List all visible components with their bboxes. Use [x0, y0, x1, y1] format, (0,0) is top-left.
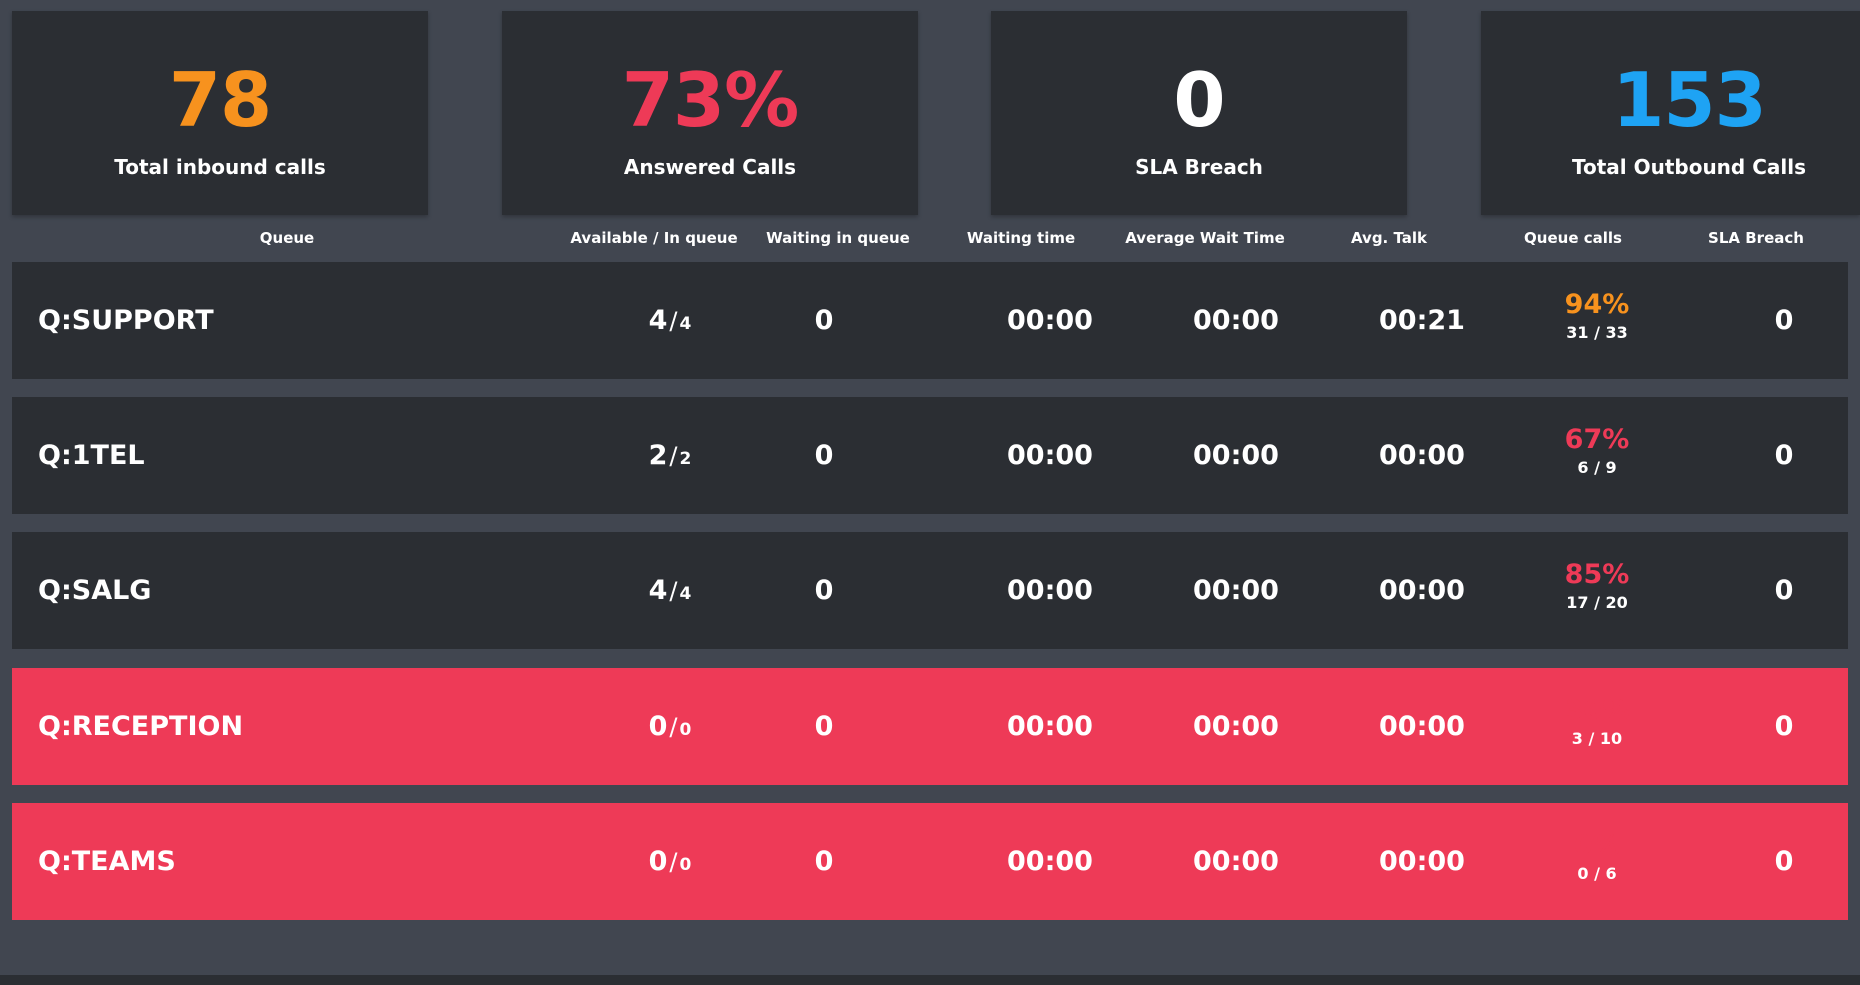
queue-row: Q:RECEPTION 0/0 0 00:00 00:00 00:00 30% 3 / 10 0: [12, 668, 1848, 785]
available-in-queue: 4/4: [570, 532, 770, 649]
column-header-available: Available / In queue: [570, 229, 738, 247]
available-count: 4: [648, 575, 668, 606]
avg-talk: 00:00: [1379, 846, 1465, 877]
queue-calls-ratio: 0 / 6: [1577, 864, 1617, 883]
waiting-in-queue: 0: [814, 575, 834, 606]
available-in-queue: 2/2: [570, 397, 770, 514]
avg-talk: 00:21: [1379, 305, 1465, 336]
queue-calls: 0% 0 / 6: [1527, 829, 1667, 885]
sla-breach: 0: [1774, 711, 1794, 742]
waiting-time: 00:00: [1007, 846, 1093, 877]
kpi-card-sla-breach: 0 SLA Breach: [991, 11, 1407, 215]
queue-calls-ratio: 31 / 33: [1566, 323, 1628, 342]
available-count: 0: [648, 846, 668, 877]
queue-name: Q:1TEL: [38, 440, 145, 471]
queue-name: Q:SUPPORT: [38, 305, 214, 336]
column-header-queue: Queue: [259, 229, 315, 247]
avg-talk: 00:00: [1379, 575, 1465, 606]
queue-calls-ratio: 3 / 10: [1571, 729, 1623, 748]
queue-calls-percent: 67%: [1564, 424, 1630, 455]
available-in-queue: 4/4: [570, 262, 770, 379]
queue-calls-percent: 94%: [1564, 289, 1630, 320]
average-wait-time: 00:00: [1193, 711, 1279, 742]
waiting-in-queue: 0: [814, 846, 834, 877]
average-wait-time: 00:00: [1193, 305, 1279, 336]
sla-breach: 0: [1774, 575, 1794, 606]
available-separator: /: [669, 848, 678, 876]
sla-breach: 0: [1774, 440, 1794, 471]
queue-calls-percent: 30%: [1564, 695, 1630, 726]
kpi-card-answered-calls: 73% Answered Calls: [502, 11, 918, 215]
queue-calls-percent: 85%: [1564, 559, 1630, 590]
waiting-in-queue: 0: [814, 711, 834, 742]
kpi-value: 0: [1173, 56, 1225, 144]
kpi-label: Total inbound calls: [114, 155, 326, 179]
kpi-card-total-outbound: 153 Total Outbound Calls: [1481, 11, 1860, 215]
average-wait-time: 00:00: [1193, 575, 1279, 606]
queue-name: Q:RECEPTION: [38, 711, 244, 742]
average-wait-time: 00:00: [1193, 440, 1279, 471]
average-wait-time: 00:00: [1193, 846, 1279, 877]
in-queue-count: 4: [679, 584, 692, 604]
kpi-value: 78: [168, 56, 272, 144]
column-header-waiting-time: Waiting time: [966, 229, 1076, 247]
column-header-sla-breach: SLA Breach: [1708, 229, 1804, 247]
queue-calls-ratio: 17 / 20: [1566, 593, 1628, 612]
available-separator: /: [669, 577, 678, 605]
available-in-queue: 0/0: [570, 803, 770, 920]
queue-calls-ratio: 6 / 9: [1577, 458, 1617, 477]
kpi-value: 73%: [621, 56, 800, 144]
kpi-value: 153: [1612, 56, 1767, 144]
queue-row: Q:1TEL 2/2 0 00:00 00:00 00:00 67% 6 / 9 0: [12, 397, 1848, 514]
in-queue-count: 0: [679, 855, 692, 875]
waiting-time: 00:00: [1007, 440, 1093, 471]
available-separator: /: [669, 713, 678, 741]
column-header-average-wait-time: Average Wait Time: [1125, 229, 1285, 247]
waiting-in-queue: 0: [814, 305, 834, 336]
avg-talk: 00:00: [1379, 711, 1465, 742]
avg-talk: 00:00: [1379, 440, 1465, 471]
in-queue-count: 2: [679, 449, 692, 469]
kpi-label: Total Outbound Calls: [1571, 155, 1806, 179]
available-separator: /: [669, 442, 678, 470]
in-queue-count: 4: [679, 314, 692, 334]
waiting-in-queue: 0: [814, 440, 834, 471]
available-count: 4: [648, 305, 668, 336]
queue-calls: 67% 6 / 9: [1527, 423, 1667, 479]
queue-name: Q:TEAMS: [38, 846, 176, 877]
bottom-bar: [0, 975, 1860, 985]
queue-calls: 30% 3 / 10: [1527, 694, 1667, 750]
queue-name: Q:SALG: [38, 575, 152, 606]
sla-breach: 0: [1774, 305, 1794, 336]
kpi-label: Answered Calls: [623, 155, 797, 179]
available-count: 0: [648, 711, 668, 742]
available-count: 2: [648, 440, 668, 471]
kpi-card-total-inbound: 78 Total inbound calls: [12, 11, 428, 215]
sla-breach: 0: [1774, 846, 1794, 877]
queue-row: Q:SUPPORT 4/4 0 00:00 00:00 00:21 94% 31 / 33 0: [12, 262, 1848, 379]
queue-row: Q:SALG 4/4 0 00:00 00:00 00:00 85% 17 / 20 0: [12, 532, 1848, 649]
kpi-label: SLA Breach: [1135, 155, 1263, 179]
available-separator: /: [669, 307, 678, 335]
column-header-queue-calls: Queue calls: [1524, 229, 1622, 247]
in-queue-count: 0: [679, 720, 692, 740]
waiting-time: 00:00: [1007, 575, 1093, 606]
queue-calls-percent: 0%: [1574, 830, 1620, 861]
queue-calls: 94% 31 / 33: [1527, 288, 1667, 344]
waiting-time: 00:00: [1007, 711, 1093, 742]
waiting-time: 00:00: [1007, 305, 1093, 336]
queue-calls: 85% 17 / 20: [1527, 558, 1667, 614]
available-in-queue: 0/0: [570, 668, 770, 785]
column-header-waiting-in-queue: Waiting in queue: [766, 229, 910, 247]
queue-row: Q:TEAMS 0/0 0 00:00 00:00 00:00 0% 0 / 60: [12, 803, 1848, 920]
column-header-avg-talk: Avg. Talk: [1350, 229, 1428, 247]
